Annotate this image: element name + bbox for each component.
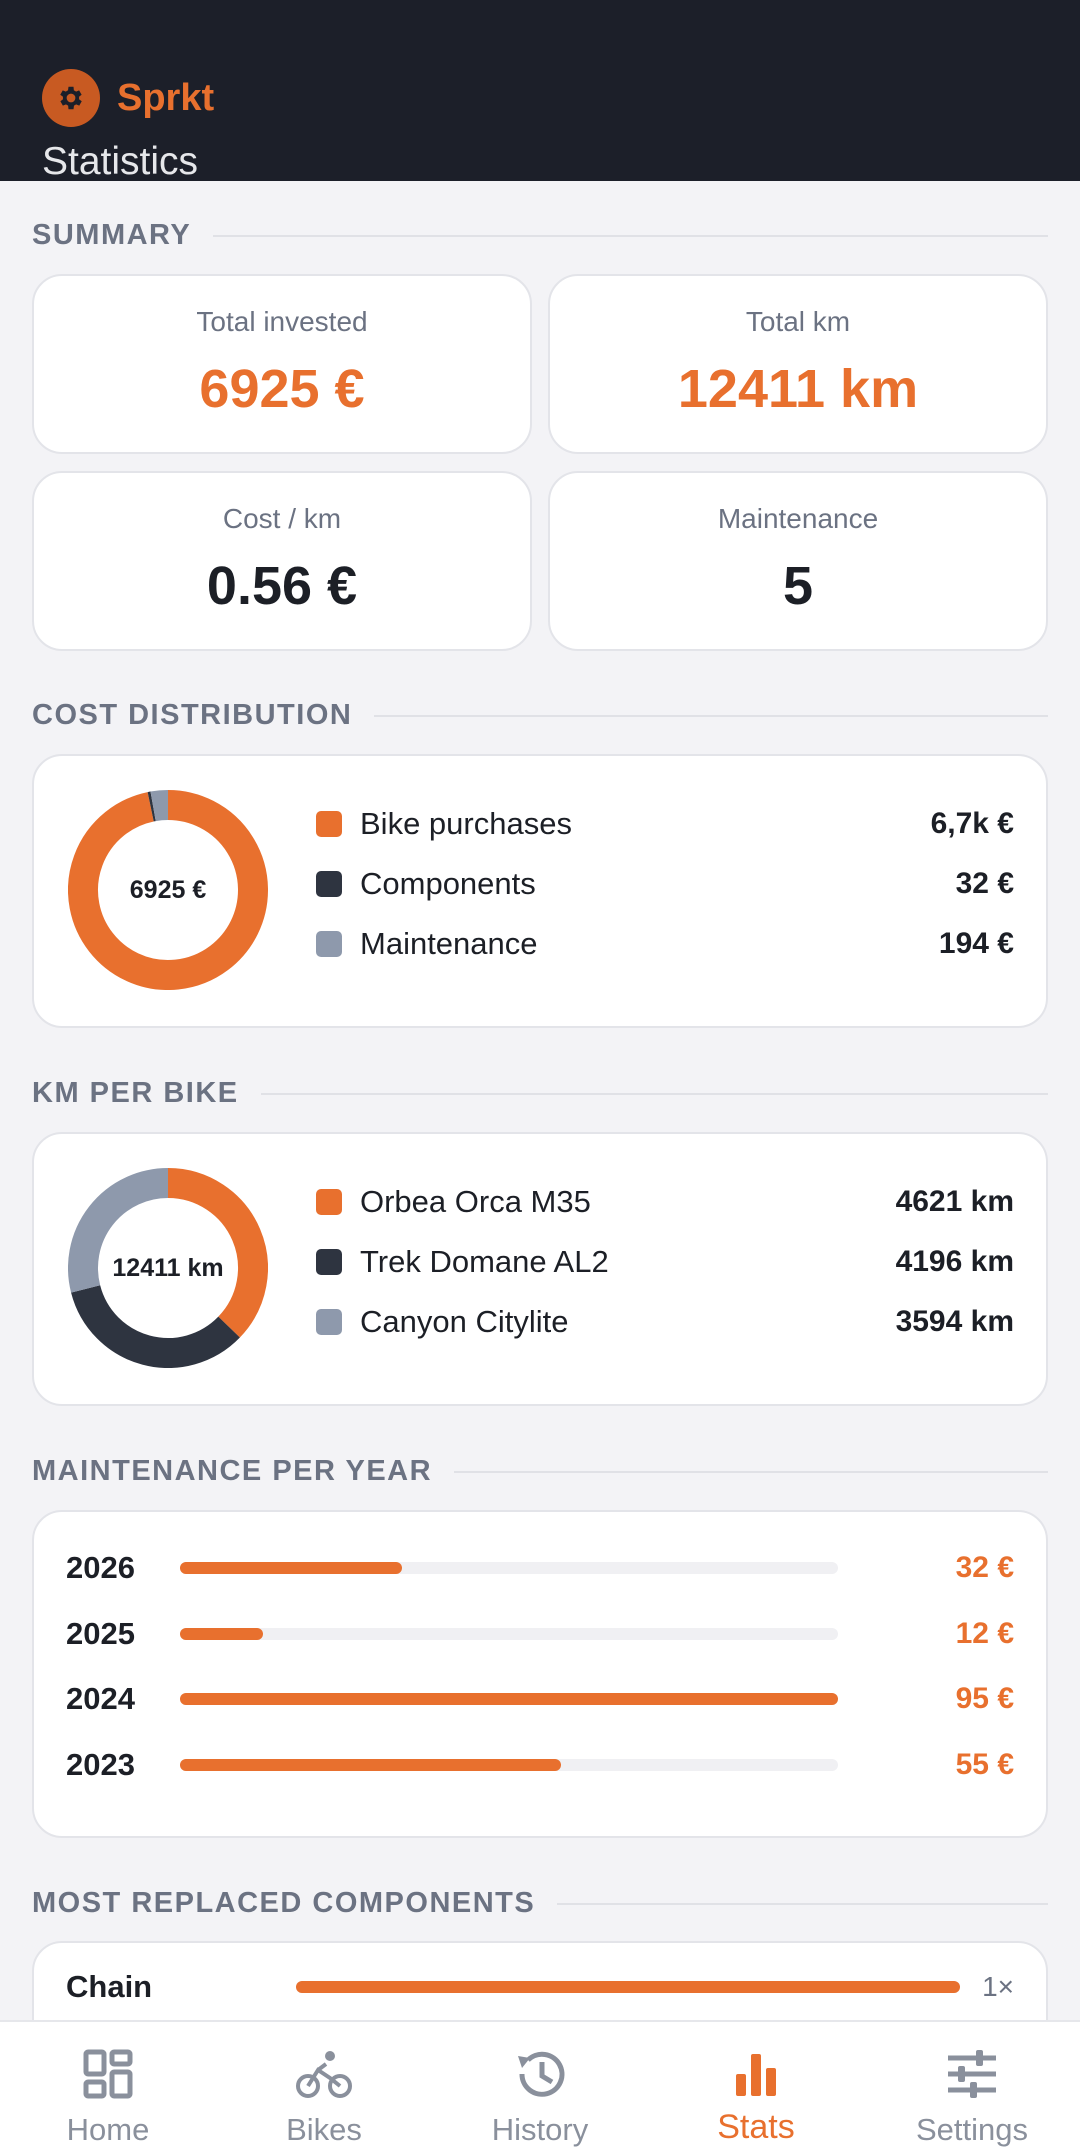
nav-history[interactable]: History bbox=[432, 2022, 648, 2155]
year-bar-fill bbox=[180, 1562, 402, 1574]
legend-label: Orbea Orca M35 bbox=[360, 1184, 591, 1219]
maintenance-count-card: Maintenance 5 bbox=[548, 471, 1048, 651]
bottom-nav: Home Bikes History Stats Settings bbox=[0, 2020, 1080, 2155]
sliders-icon bbox=[948, 2050, 996, 2098]
legend-row-trek[interactable]: Trek Domane AL2 4196 km bbox=[316, 1242, 1014, 1282]
nav-bikes[interactable]: Bikes bbox=[216, 2022, 432, 2155]
total-km-label: Total km bbox=[745, 306, 851, 337]
nav-home-label: Home bbox=[66, 2112, 150, 2147]
legend-label: Bike purchases bbox=[360, 806, 572, 841]
legend-label: Components bbox=[360, 866, 536, 901]
year-bar-fill bbox=[180, 1628, 264, 1640]
year-bar-fill bbox=[180, 1759, 561, 1771]
maintenance-count-value: 5 bbox=[782, 556, 814, 616]
cost-distribution-card: 6925 € Bike purchases 6,7k € Components … bbox=[32, 754, 1048, 1028]
year-label: 2024 bbox=[66, 1681, 135, 1716]
page-title: Statistics bbox=[42, 140, 199, 183]
legend-row-bike-purchases: Bike purchases 6,7k € bbox=[316, 804, 1014, 844]
bike-icon bbox=[296, 2051, 352, 2098]
year-label: 2023 bbox=[66, 1747, 135, 1782]
nav-history-label: History bbox=[491, 2112, 589, 2147]
app-header: Sprkt Statistics bbox=[0, 0, 1080, 183]
legend-swatch bbox=[316, 871, 342, 897]
cost-distribution-heading: COST DISTRIBUTION bbox=[32, 699, 1048, 732]
component-bar-track bbox=[296, 1981, 960, 1993]
total-invested-label: Total invested bbox=[196, 306, 368, 337]
nav-settings-label: Settings bbox=[915, 2112, 1028, 2147]
cost-distribution-heading-text: COST DISTRIBUTION bbox=[32, 699, 353, 731]
most-replaced-heading-text: MOST REPLACED COMPONENTS bbox=[32, 1887, 536, 1919]
nav-bikes-label: Bikes bbox=[286, 2112, 362, 2147]
most-replaced-heading: MOST REPLACED COMPONENTS bbox=[32, 1887, 1048, 1920]
year-label: 2026 bbox=[66, 1550, 135, 1585]
history-icon bbox=[518, 2051, 565, 2097]
app-name: Sprkt bbox=[117, 76, 215, 119]
cost-donut-center-label: 6925 € bbox=[129, 875, 207, 904]
summary-heading-text: SUMMARY bbox=[32, 219, 192, 251]
year-bar-track bbox=[180, 1759, 838, 1771]
legend-swatch bbox=[316, 811, 342, 837]
total-km-card: Total km 12411 km bbox=[548, 274, 1048, 454]
legend-label: Maintenance bbox=[360, 926, 538, 961]
year-amount: 32 € bbox=[955, 1551, 1014, 1584]
legend-value: 6,7k € bbox=[930, 807, 1014, 840]
nav-stats[interactable]: Stats bbox=[648, 2022, 864, 2155]
nav-home[interactable]: Home bbox=[0, 2022, 216, 2155]
year-bar-track bbox=[180, 1562, 838, 1574]
legend-value: 4196 km bbox=[895, 1245, 1014, 1278]
total-km-value: 12411 km bbox=[677, 359, 919, 419]
legend-row-maintenance: Maintenance 194 € bbox=[316, 924, 1014, 964]
legend-swatch bbox=[316, 1189, 342, 1215]
year-amount: 12 € bbox=[955, 1617, 1014, 1650]
year-bar-row: 2023 55 € bbox=[66, 1743, 1014, 1787]
legend-value: 32 € bbox=[955, 867, 1014, 900]
legend-value: 4621 km bbox=[895, 1185, 1014, 1218]
most-replaced-card: Chain 1× bbox=[32, 1941, 1048, 2020]
legend-value: 3594 km bbox=[895, 1305, 1014, 1338]
stats-scroll-area[interactable]: SUMMARY Total invested 6925 € Total km 1… bbox=[0, 181, 1080, 2020]
legend-row-canyon[interactable]: Canyon Citylite 3594 km bbox=[316, 1302, 1014, 1342]
year-bar-track bbox=[180, 1693, 838, 1705]
km-per-bike-card: 12411 km Orbea Orca M35 4621 km Trek Dom… bbox=[32, 1132, 1048, 1406]
legend-value: 194 € bbox=[938, 927, 1014, 960]
legend-label: Trek Domane AL2 bbox=[360, 1244, 609, 1279]
maintenance-per-year-card: 2026 32 € 2025 12 € 2024 95 € 2023 55 € bbox=[32, 1510, 1048, 1838]
year-label: 2025 bbox=[66, 1616, 135, 1651]
cost-per-km-card: Cost / km 0.56 € bbox=[32, 471, 532, 651]
gear-icon bbox=[42, 69, 100, 127]
year-bar-track bbox=[180, 1628, 838, 1640]
year-amount: 95 € bbox=[955, 1682, 1014, 1715]
legend-swatch bbox=[316, 1309, 342, 1335]
nav-stats-label: Stats bbox=[717, 2108, 795, 2146]
maintenance-count-label: Maintenance bbox=[717, 503, 879, 534]
cost-per-km-value: 0.56 € bbox=[206, 556, 358, 616]
bar-chart-icon bbox=[736, 2054, 776, 2096]
year-amount: 55 € bbox=[955, 1748, 1014, 1781]
km-per-bike-heading: KM PER BIKE bbox=[32, 1077, 1048, 1110]
legend-swatch bbox=[316, 1249, 342, 1275]
legend-row-components: Components 32 € bbox=[316, 864, 1014, 904]
legend-label: Canyon Citylite bbox=[360, 1304, 569, 1339]
summary-heading: SUMMARY bbox=[32, 219, 1048, 252]
year-bar-row: 2026 32 € bbox=[66, 1546, 1014, 1590]
year-bar-row: 2025 12 € bbox=[66, 1612, 1014, 1656]
year-bar-row: 2024 95 € bbox=[66, 1677, 1014, 1721]
component-row: Chain 1× bbox=[66, 1965, 1014, 2009]
maintenance-per-year-heading: MAINTENANCE PER YEAR bbox=[32, 1455, 1048, 1488]
maintenance-per-year-heading-text: MAINTENANCE PER YEAR bbox=[32, 1455, 433, 1487]
brand: Sprkt bbox=[42, 69, 214, 127]
legend-row-orbea[interactable]: Orbea Orca M35 4621 km bbox=[316, 1182, 1014, 1222]
component-name: Chain bbox=[66, 1969, 153, 2004]
dashboard-icon bbox=[83, 2049, 133, 2099]
km-per-bike-heading-text: KM PER BIKE bbox=[32, 1077, 239, 1109]
component-count: 1× bbox=[982, 1971, 1014, 2002]
km-donut-center-label: 12411 km bbox=[112, 1253, 224, 1282]
year-bar-fill bbox=[180, 1693, 838, 1705]
total-invested-card: Total invested 6925 € bbox=[32, 274, 532, 454]
legend-swatch bbox=[316, 931, 342, 957]
total-invested-value: 6925 € bbox=[199, 359, 365, 419]
cost-per-km-label: Cost / km bbox=[222, 503, 342, 534]
nav-settings[interactable]: Settings bbox=[864, 2022, 1080, 2155]
component-bar-fill bbox=[296, 1981, 960, 1993]
